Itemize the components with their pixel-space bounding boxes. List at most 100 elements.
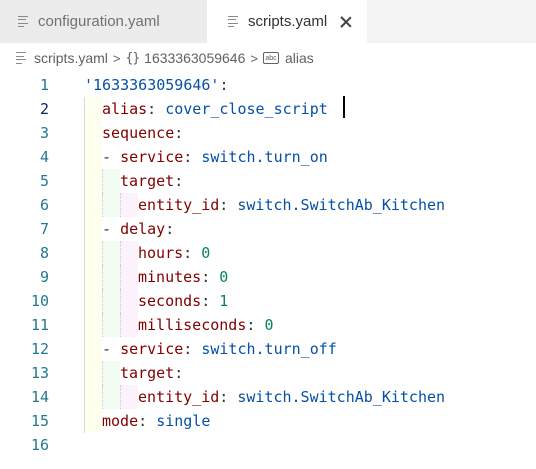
indent-guide bbox=[102, 241, 120, 265]
text-cursor bbox=[343, 96, 345, 118]
indent-guide bbox=[84, 217, 102, 241]
indent-guide bbox=[102, 265, 120, 289]
braces-icon: {} bbox=[125, 50, 141, 66]
token: service bbox=[120, 148, 184, 166]
token: : bbox=[147, 100, 166, 118]
indent-guide bbox=[84, 409, 102, 433]
indent-guide bbox=[84, 97, 102, 121]
code-line: 6 entity_id: switch.SwitchAb_Kitchen bbox=[0, 193, 536, 217]
tab-bar: configuration.yaml scripts.yaml bbox=[0, 0, 536, 43]
line-content[interactable]: mode: single bbox=[102, 409, 210, 433]
indent-guide bbox=[84, 121, 102, 145]
indent-guide bbox=[102, 289, 120, 313]
token: switch.SwitchAb_Kitchen bbox=[237, 388, 446, 406]
line-number: 11 bbox=[30, 316, 49, 334]
token: entity_id bbox=[138, 196, 220, 214]
token: : bbox=[201, 292, 220, 310]
indent-guide bbox=[84, 193, 102, 217]
line-number: 8 bbox=[39, 244, 49, 262]
token: : bbox=[174, 124, 184, 142]
indent-guide bbox=[120, 385, 138, 409]
code-line: 11 milliseconds: 0 bbox=[0, 313, 536, 337]
token: - bbox=[102, 220, 121, 238]
line-content[interactable]: alias: cover_close_script bbox=[102, 97, 328, 121]
token: : bbox=[183, 148, 202, 166]
token: milliseconds bbox=[138, 316, 247, 334]
code-line: 5 target: bbox=[0, 169, 536, 193]
line-content[interactable]: entity_id: switch.SwitchAb_Kitchen bbox=[138, 193, 445, 217]
line-content[interactable]: target: bbox=[120, 169, 183, 193]
file-lines-icon bbox=[228, 15, 238, 28]
indent-guide bbox=[120, 289, 138, 313]
token: target bbox=[120, 172, 175, 190]
indent-guide bbox=[84, 385, 102, 409]
line-content[interactable]: sequence: bbox=[102, 121, 183, 145]
code-editor[interactable]: 1 '1633363059646': 2 alias: cover_close_… bbox=[0, 73, 536, 469]
code-line: 16 bbox=[0, 433, 536, 457]
line-number: 5 bbox=[39, 172, 49, 190]
token: : bbox=[138, 412, 157, 430]
indent-guide bbox=[84, 337, 102, 361]
token: '1633363059646' bbox=[84, 76, 220, 94]
line-number: 14 bbox=[30, 388, 49, 406]
token: 1 bbox=[219, 292, 229, 310]
token: alias bbox=[102, 100, 148, 118]
line-number: 3 bbox=[39, 124, 49, 142]
line-content[interactable]: target: bbox=[120, 361, 183, 385]
code-line: 15 mode: single bbox=[0, 409, 536, 433]
string-property-icon: abc bbox=[262, 52, 279, 64]
line-number: 16 bbox=[30, 436, 49, 454]
line-content[interactable]: '1633363059646': bbox=[84, 73, 229, 97]
indent-guide bbox=[84, 289, 102, 313]
token: - bbox=[102, 340, 121, 358]
code-line: 1 '1633363059646': bbox=[0, 73, 536, 97]
line-number: 7 bbox=[39, 220, 49, 238]
tab-configuration-yaml[interactable]: configuration.yaml bbox=[0, 0, 207, 43]
breadcrumb-object[interactable]: 1633363059646 bbox=[144, 50, 245, 66]
token: sequence bbox=[102, 124, 175, 142]
breadcrumb-file[interactable]: scripts.yaml bbox=[34, 50, 108, 66]
code-line: 10 seconds: 1 bbox=[0, 289, 536, 313]
indent-guide bbox=[102, 193, 120, 217]
token: seconds bbox=[138, 292, 202, 310]
line-content[interactable]: - service: switch.turn_off bbox=[102, 337, 337, 361]
code-line: 2 alias: cover_close_script bbox=[0, 97, 536, 121]
line-content[interactable]: minutes: 0 bbox=[138, 265, 228, 289]
token: cover_close_script bbox=[165, 100, 328, 118]
tab-label: scripts.yaml bbox=[248, 13, 328, 30]
line-content[interactable]: - delay: bbox=[102, 217, 174, 241]
close-icon[interactable] bbox=[339, 15, 353, 29]
token: 0 bbox=[264, 316, 274, 334]
line-number: 12 bbox=[30, 340, 49, 358]
breadcrumb: scripts.yaml > {} 1633363059646 > abc al… bbox=[0, 43, 536, 73]
token: : bbox=[174, 172, 184, 190]
breadcrumb-property[interactable]: alias bbox=[285, 50, 314, 66]
line-content[interactable]: hours: 0 bbox=[138, 241, 210, 265]
line-number: 4 bbox=[39, 148, 49, 166]
indent-guide bbox=[120, 193, 138, 217]
line-content[interactable]: - service: switch.turn_on bbox=[102, 145, 328, 169]
indent-guide bbox=[120, 265, 138, 289]
tab-scripts-yaml[interactable]: scripts.yaml bbox=[207, 0, 367, 43]
line-number: 1 bbox=[39, 76, 49, 94]
indent-guide bbox=[84, 241, 102, 265]
code-line: 12 - service: switch.turn_off bbox=[0, 337, 536, 361]
code-line: 7 - delay: bbox=[0, 217, 536, 241]
token: service bbox=[120, 340, 184, 358]
line-content[interactable]: entity_id: switch.SwitchAb_Kitchen bbox=[138, 385, 445, 409]
token: : bbox=[165, 220, 175, 238]
indent-guide bbox=[102, 385, 120, 409]
line-content[interactable]: milliseconds: 0 bbox=[138, 313, 273, 337]
line-content[interactable]: seconds: 1 bbox=[138, 289, 228, 313]
indent-guide bbox=[84, 265, 102, 289]
token: switch.turn_off bbox=[201, 340, 337, 358]
code-line: 13 target: bbox=[0, 361, 536, 385]
indent-guide bbox=[84, 313, 102, 337]
indent-guide bbox=[120, 313, 138, 337]
token: single bbox=[156, 412, 211, 430]
line-number: 6 bbox=[39, 196, 49, 214]
token: - bbox=[102, 148, 121, 166]
token: : bbox=[219, 196, 238, 214]
line-number: 9 bbox=[39, 268, 49, 286]
token: : bbox=[246, 316, 265, 334]
